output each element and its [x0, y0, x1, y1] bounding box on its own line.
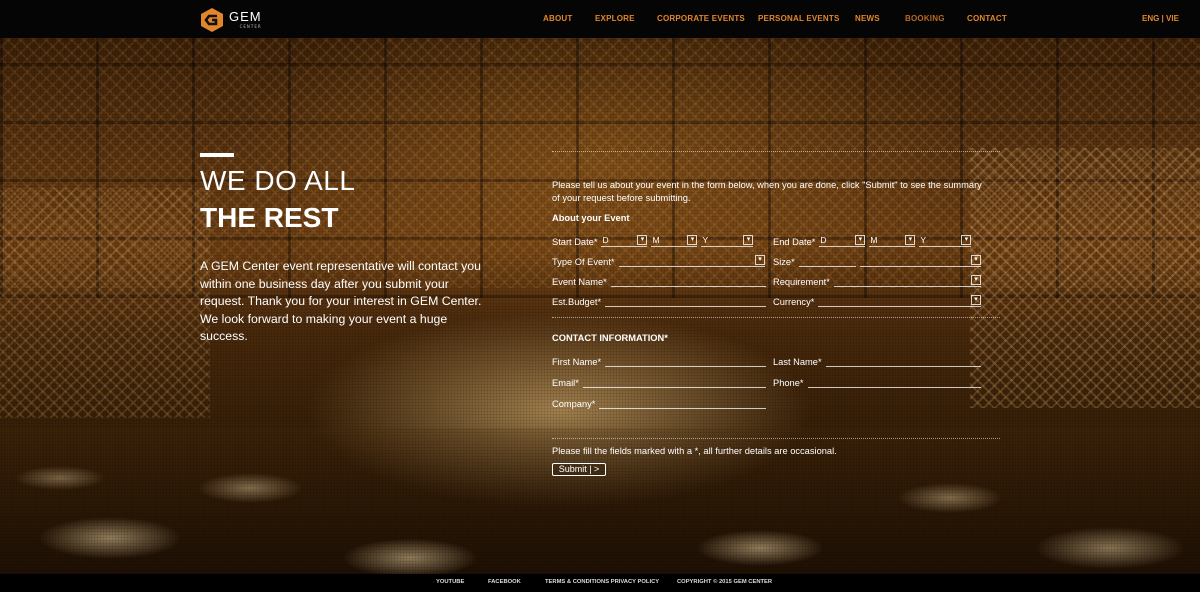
chevron-down-icon: ▾: [971, 275, 981, 285]
gem-center-logo[interactable]: GEM CENTER: [199, 6, 262, 33]
currency-field: Currency* ▾: [773, 293, 981, 307]
chevron-down-icon: ▾: [743, 235, 754, 245]
chevron-down-icon: ▾: [971, 255, 981, 265]
gem-logo-icon: [201, 7, 223, 32]
start-date-label: Start Date*: [552, 237, 598, 247]
currency-select[interactable]: ▾: [818, 295, 981, 307]
nav-booking[interactable]: BOOKING: [905, 14, 945, 23]
chevron-down-icon: ▾: [971, 295, 981, 305]
first-name-input[interactable]: [605, 355, 766, 367]
footer-link-youtube[interactable]: YOUTUBE: [436, 579, 464, 585]
nav-about[interactable]: ABOUT: [543, 14, 572, 23]
end-year-select[interactable]: Y ▾: [919, 235, 972, 247]
email-input[interactable]: [582, 376, 766, 388]
hero-title-line2: THE REST: [200, 202, 339, 233]
nav-personal-events[interactable]: PERSONAL EVENTS: [758, 14, 840, 23]
month-placeholder: M: [870, 235, 878, 245]
event-name-input[interactable]: [610, 275, 766, 287]
chevron-down-icon: ▾: [905, 235, 916, 245]
chevron-down-icon: ▾: [855, 235, 866, 245]
phone-input[interactable]: [807, 376, 981, 388]
end-date-label: End Date*: [773, 237, 816, 247]
end-date-field: End Date* D ▾ M ▾ Y ▾: [773, 233, 983, 247]
requirement-label: Requirement*: [773, 277, 830, 287]
event-type-label: Type Of Event*: [552, 257, 615, 267]
company-field: Company*: [552, 395, 766, 409]
requirement-select[interactable]: ▾: [833, 275, 981, 287]
first-name-label: First Name*: [552, 357, 602, 367]
year-placeholder: Y: [920, 235, 927, 245]
footer-link-facebook[interactable]: FACEBOOK: [488, 579, 521, 585]
required-fields-note: Please fill the fields marked with a *, …: [552, 446, 837, 456]
event-name-field: Event Name*: [552, 273, 766, 287]
year-placeholder: Y: [702, 235, 709, 245]
email-label: Email*: [552, 378, 579, 388]
top-navigation-bar: GEM CENTER ABOUT EXPLORE CORPORATE EVENT…: [0, 0, 1200, 38]
submit-button[interactable]: Submit | >: [552, 463, 606, 476]
day-placeholder: D: [820, 235, 827, 245]
event-name-label: Event Name*: [552, 277, 607, 287]
last-name-label: Last Name*: [773, 357, 822, 367]
hero-intro-text: A GEM Center event representative will c…: [200, 259, 482, 344]
size-input[interactable]: [798, 255, 856, 267]
start-month-select[interactable]: M ▾: [651, 235, 698, 247]
size-field: Size* ▾: [773, 253, 981, 267]
logo-subtitle: CENTER: [239, 24, 262, 29]
month-placeholder: M: [652, 235, 660, 245]
nav-contact[interactable]: CONTACT: [967, 14, 1007, 23]
title-accent-bar: [200, 153, 234, 157]
nav-corporate-events[interactable]: CORPORATE EVENTS: [657, 14, 745, 23]
chevron-down-icon: ▾: [687, 235, 698, 245]
budget-label: Est.Budget*: [552, 297, 602, 307]
size-unit-select[interactable]: ▾: [859, 255, 981, 267]
budget-field: Est.Budget*: [552, 293, 766, 307]
company-input[interactable]: [599, 397, 766, 409]
about-event-heading: About your Event: [552, 213, 630, 223]
end-day-select[interactable]: D ▾: [819, 235, 866, 247]
nav-explore[interactable]: EXPLORE: [595, 14, 635, 23]
divider: [552, 438, 1000, 439]
start-year-select[interactable]: Y ▾: [701, 235, 754, 247]
start-date-field: Start Date* D ▾ M ▾ Y ▾: [552, 233, 762, 247]
currency-label: Currency*: [773, 297, 815, 307]
size-label: Size*: [773, 257, 795, 267]
logo-name: GEM: [229, 9, 262, 24]
footer-copyright: COPYRIGHT © 2015 GEM CENTER: [677, 579, 773, 585]
requirement-field: Requirement* ▾: [773, 273, 981, 287]
form-instructions: Please tell us about your event in the f…: [552, 180, 982, 203]
divider: [552, 317, 1000, 318]
last-name-input[interactable]: [825, 355, 981, 367]
start-day-select[interactable]: D ▾: [601, 235, 648, 247]
hero-title-line1: WE DO ALL: [200, 165, 356, 196]
budget-input[interactable]: [605, 295, 766, 307]
contact-info-heading: CONTACT INFORMATION*: [552, 333, 668, 343]
footer-bar: YOUTUBE FACEBOOK TERMS & CONDITIONS PRIV…: [0, 574, 1200, 592]
chevron-down-icon: ▾: [637, 235, 648, 245]
event-type-select[interactable]: ▾: [618, 255, 765, 267]
phone-label: Phone*: [773, 378, 804, 388]
first-name-field: First Name*: [552, 353, 766, 367]
event-type-field: Type Of Event* ▾: [552, 253, 765, 267]
company-label: Company*: [552, 399, 596, 409]
end-month-select[interactable]: M ▾: [869, 235, 916, 247]
language-switcher[interactable]: ENG | VIE: [1142, 14, 1200, 23]
chevron-down-icon: ▾: [755, 255, 765, 265]
day-placeholder: D: [602, 235, 609, 245]
last-name-field: Last Name*: [773, 353, 981, 367]
chevron-down-icon: ▾: [961, 235, 972, 245]
phone-field: Phone*: [773, 374, 981, 388]
divider: [552, 151, 1000, 152]
footer-link-terms[interactable]: TERMS & CONDITIONS PRIVACY POLICY: [545, 579, 659, 585]
email-field: Email*: [552, 374, 766, 388]
nav-news[interactable]: NEWS: [855, 14, 880, 23]
